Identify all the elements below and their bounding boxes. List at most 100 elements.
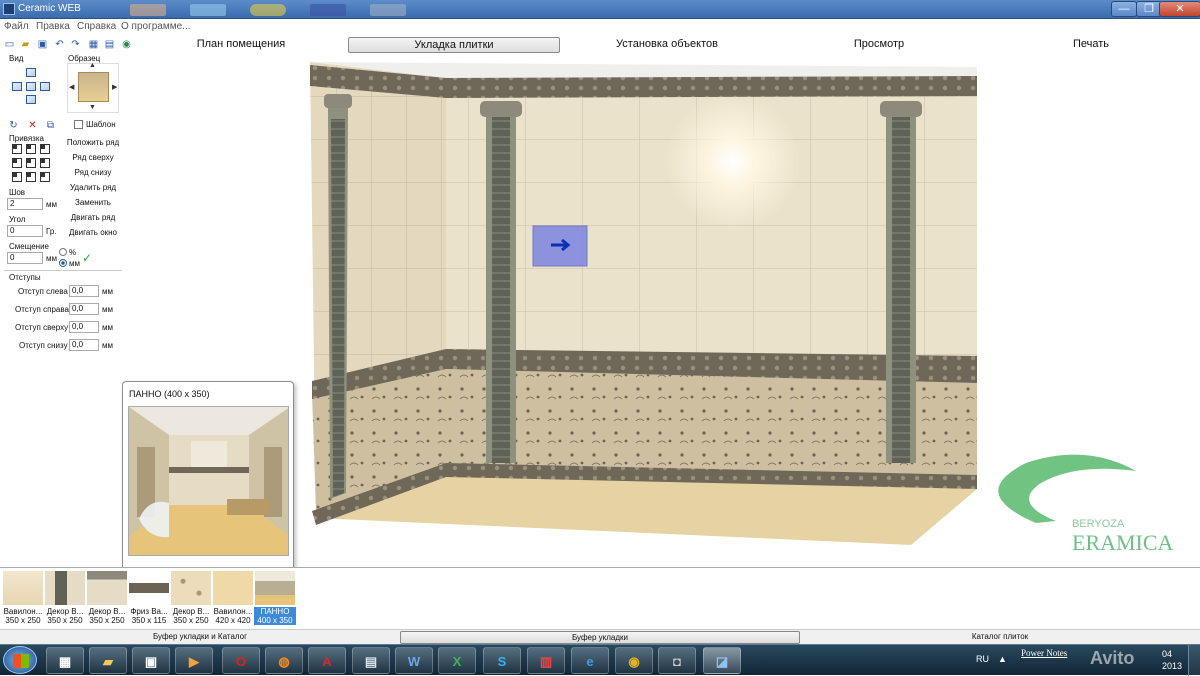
menu-about[interactable]: О программе... [121,21,191,32]
globe-icon[interactable]: ◉ [121,39,132,50]
copy-icon[interactable]: ⧉ [45,120,56,131]
logo-top-text: BERYOZA [1072,518,1125,530]
seam-input[interactable]: 2 [7,198,43,210]
bottom-tabs: Буфер укладки и Каталог Буфер укладки Ка… [0,629,1200,644]
rotate-icon[interactable]: ↻ [8,120,19,131]
menu-help[interactable]: Справка [77,21,116,32]
taskbar-opera-icon[interactable]: O [222,647,260,674]
template-checkbox[interactable] [74,120,83,129]
taskbar: ▦ ▰ ▣ ▶ O ◍ A ▤ W X S ▥ e ◉ ◘ ◪ RU ▲ Pow… [0,644,1200,676]
tile-thumb-selected[interactable]: ПАННО 400 x 350 [254,570,296,628]
tab-buffer[interactable]: Буфер укладки [400,631,800,644]
taskbar-media-icon[interactable]: ▣ [132,647,170,674]
taskbar-word-icon[interactable]: W [395,647,433,674]
redo-icon[interactable]: ↷ [70,39,81,50]
tab-buffer-and-catalog[interactable]: Буфер укладки и Каталог [100,631,300,644]
tab-objects[interactable]: Установка объектов [596,37,738,53]
save-icon[interactable]: ▣ [37,39,48,50]
arrow-up-icon[interactable]: ▲ [89,62,96,69]
anchor-top-left-icon[interactable] [12,144,22,154]
taskbar-ceramic-icon[interactable]: ◪ [703,647,741,674]
tab-tile-catalog[interactable]: Каталог плиток [900,631,1100,644]
undo-icon[interactable]: ↶ [54,39,65,50]
taskbar-player-icon[interactable]: ▶ [175,647,213,674]
taskbar-floppy-icon[interactable]: ▤ [352,647,390,674]
move-window-button[interactable]: Двигать окно [62,228,124,237]
tile-thumb[interactable]: Вавилон... 420 x 420 [212,570,254,628]
anchor-right-icon[interactable] [40,158,50,168]
row-below-button[interactable]: Ряд снизу [62,168,124,177]
indent-top-input[interactable]: 0,0 [69,321,99,333]
angle-input[interactable]: 0 [7,225,43,237]
offset-mm-radio[interactable] [59,259,67,267]
menu-edit[interactable]: Правка [36,21,70,32]
menu-file[interactable]: Файл [4,21,29,32]
start-button[interactable] [3,646,37,674]
taskbar-camera-icon[interactable]: ◘ [658,647,696,674]
clock-date[interactable]: 04 [1162,649,1172,659]
delete-row-button[interactable]: Удалить ряд [62,183,124,192]
anchor-bottom-right-icon[interactable] [40,172,50,182]
show-desktop-button[interactable] [1188,645,1200,676]
taskbar-acrobat-icon[interactable]: A [308,647,346,674]
view-cube-front-icon[interactable] [26,82,36,91]
taskbar-explorer-icon[interactable]: ▰ [89,647,127,674]
view-cube-right-icon[interactable] [40,82,50,91]
anchor-bottom-left-icon[interactable] [12,172,22,182]
tile-thumb[interactable]: Декор В... 350 x 250 [44,570,86,628]
anchor-center-icon[interactable] [26,158,36,168]
tray-app-label[interactable]: Power Notes [1021,648,1067,658]
open-folder-icon[interactable]: ▰ [20,39,31,50]
titlebar-deco [250,4,286,16]
indent-bottom-input[interactable]: 0,0 [69,339,99,351]
anchor-bottom-icon[interactable] [26,172,36,182]
tile-thumb[interactable]: Вавилон... 350 x 250 [2,570,44,628]
close-button[interactable]: ✕ [1159,1,1200,17]
indent-left-input[interactable]: 0,0 [69,285,99,297]
taskbar-calculator-icon[interactable]: ▦ [46,647,84,674]
lay-row-button[interactable]: Положить ряд [62,138,124,147]
clock-year[interactable]: 2013 [1162,661,1182,671]
tile-thumb[interactable]: Декор В... 350 x 250 [86,570,128,628]
tab-tile-laying[interactable]: Укладка плитки [348,37,560,53]
sample-preview[interactable]: ▲ ▼ ◀ ▶ [67,62,119,113]
tab-room-plan[interactable]: План помещения [170,37,312,53]
minimize-button[interactable]: — [1111,1,1137,17]
view-cube-left-icon[interactable] [12,82,22,91]
tile-thumb[interactable]: Декор В... 350 x 250 [170,570,212,628]
arrow-left-icon[interactable]: ◀ [69,83,74,91]
arrow-down-icon[interactable]: ▼ [89,104,96,111]
row-above-button[interactable]: Ряд сверху [62,153,124,162]
taskbar-chrome-icon[interactable]: ◉ [615,647,653,674]
toolbar: ▭ ▰ ▣ ↶ ↷ ▦ ▤ ◉ [0,36,135,53]
apply-check-icon[interactable]: ✓ [82,251,92,265]
view-cube-bottom-icon[interactable] [26,95,36,104]
taskbar-firefox-icon[interactable]: ◍ [265,647,303,674]
windows-logo-icon [13,654,29,668]
indent-top-label: Отступ сверху [15,323,69,332]
replace-button[interactable]: Заменить [62,198,124,207]
anchor-left-icon[interactable] [12,158,22,168]
table-icon[interactable]: ▤ [104,39,115,50]
seam-label: Шов [9,188,26,197]
taskbar-ie-icon[interactable]: e [571,647,609,674]
arrow-right-icon[interactable]: ▶ [112,83,117,91]
language-indicator[interactable]: RU [976,654,989,664]
anchor-top-icon[interactable] [26,144,36,154]
tab-preview[interactable]: Просмотр [808,37,950,53]
move-row-button[interactable]: Двигать ряд [62,213,124,222]
delete-icon[interactable]: ✕ [27,120,38,131]
tile-thumb[interactable]: Фриз Ва... 350 x 115 [128,570,170,628]
taskbar-books-icon[interactable]: ▥ [527,647,565,674]
view-cube-top-icon[interactable] [26,68,36,77]
taskbar-skype-icon[interactable]: S [483,647,521,674]
taskbar-excel-icon[interactable]: X [438,647,476,674]
offset-percent-radio[interactable] [59,248,67,256]
grid-icon[interactable]: ▦ [88,39,99,50]
indent-right-input[interactable]: 0,0 [69,303,99,315]
offset-input[interactable]: 0 [7,252,43,264]
tray-arrow-icon[interactable]: ▲ [998,654,1007,664]
anchor-top-right-icon[interactable] [40,144,50,154]
tab-print[interactable]: Печать [1020,37,1162,53]
new-file-icon[interactable]: ▭ [4,39,15,50]
